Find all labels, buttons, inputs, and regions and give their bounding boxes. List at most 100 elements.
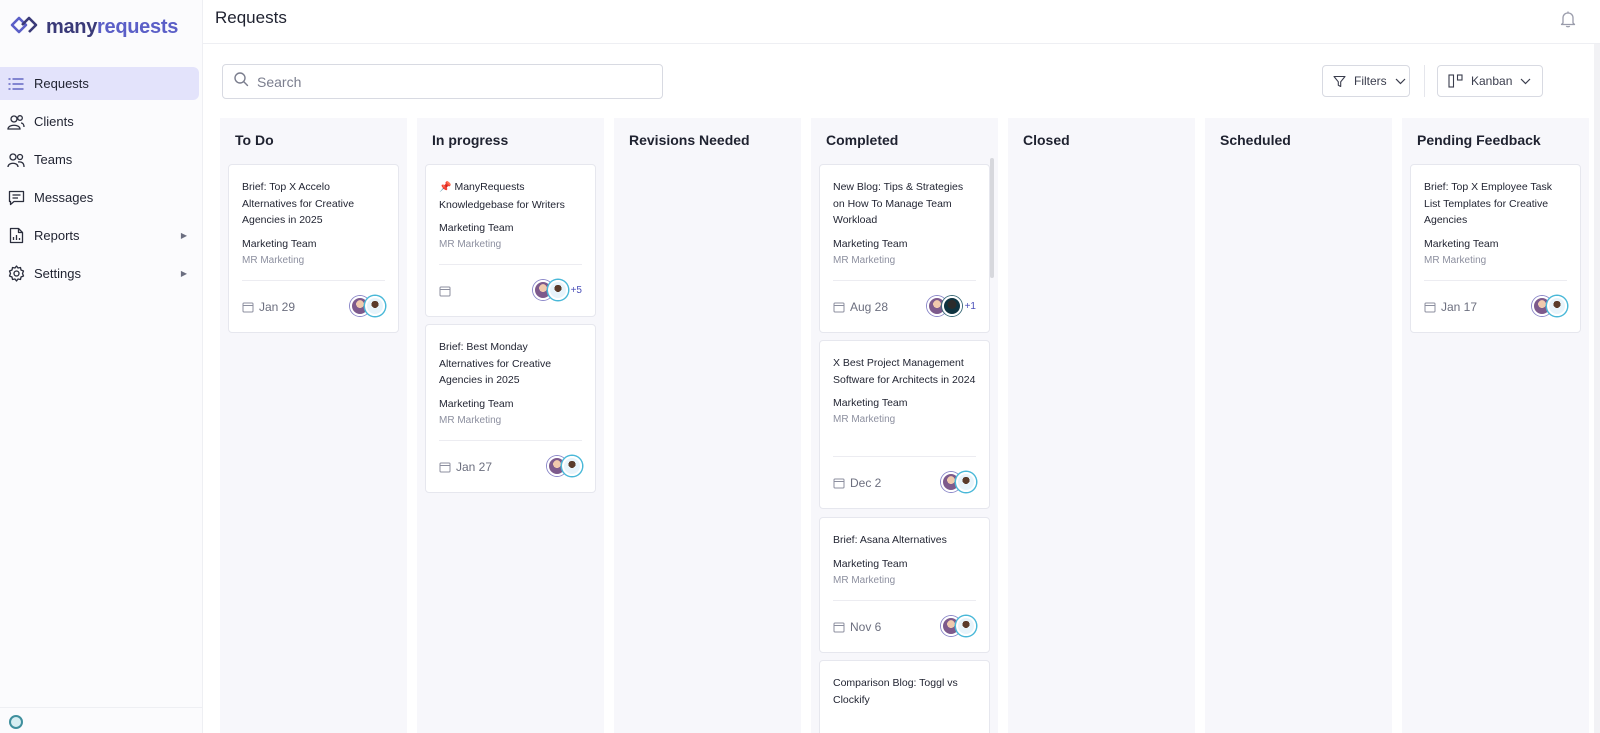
calendar-icon [1424, 301, 1436, 313]
card-title: Comparison Blog: Toggl vs Clockify [833, 677, 958, 706]
sidebar-item-label: Clients [34, 114, 74, 129]
calendar-icon [439, 285, 451, 297]
card-title: Brief: Best Monday Alternatives for Crea… [439, 341, 552, 386]
submenu-caret-icon: ▶ [180, 269, 187, 278]
sidebar-nav: Requests Clients Teams Messages Reports [0, 67, 199, 295]
request-card[interactable]: X Best Project Management Software for A… [819, 340, 990, 509]
calendar-icon [833, 301, 845, 313]
column-closed: Closed [1008, 118, 1195, 733]
avatar [956, 616, 976, 636]
column-scheduled: Scheduled [1205, 118, 1392, 733]
request-card[interactable]: Brief: Asana Alternatives Marketing Team… [819, 517, 990, 653]
search-input[interactable] [257, 73, 637, 90]
request-card[interactable]: New Blog: Tips & Strategies on How To Ma… [819, 164, 990, 333]
card-date: Nov 6 [850, 619, 882, 634]
notification-bell-icon[interactable] [1558, 9, 1578, 29]
card-team: Marketing Team [439, 397, 514, 410]
sidebar-item-clients[interactable]: Clients [0, 105, 199, 138]
card-title: X Best Project Management Software for A… [833, 357, 976, 386]
card-client: MR Marketing [439, 239, 502, 250]
sidebar-footer [0, 707, 203, 733]
view-switcher-button[interactable]: Kanban [1437, 65, 1543, 97]
sidebar-item-requests[interactable]: Requests [0, 67, 199, 100]
card-footer: +5 [439, 264, 582, 316]
kanban-icon [1448, 74, 1463, 88]
filters-button[interactable]: Filters [1322, 65, 1410, 97]
assignee-avatars[interactable] [350, 296, 385, 316]
team-icon [7, 151, 25, 169]
column-revisions-needed: Revisions Needed [614, 118, 801, 733]
card-title: Brief: Top X Employee Task List Template… [1424, 181, 1553, 226]
assignee-avatars[interactable]: +1 [926, 296, 976, 316]
card-title: Brief: Asana Alternatives [833, 534, 947, 546]
sidebar-item-label: Settings [34, 266, 81, 281]
column-title: In progress [432, 132, 509, 148]
card-team: Marketing Team [833, 397, 908, 409]
sidebar-item-messages[interactable]: Messages [0, 181, 199, 214]
column-completed: Completed New Blog: Tips & Strategies on… [811, 118, 998, 733]
calendar-icon [833, 477, 845, 489]
request-card[interactable]: Comparison Blog: Toggl vs Clockify [819, 660, 990, 733]
assignee-avatars[interactable] [941, 616, 976, 636]
request-card[interactable]: Brief: Top X Accelo Alternatives for Cre… [228, 164, 399, 333]
assignee-avatars[interactable]: +5 [532, 280, 582, 300]
sidebar-item-label: Requests [34, 76, 89, 91]
sidebar-item-reports[interactable]: Reports ▶ [0, 219, 199, 252]
card-footer: Jan 29 [242, 280, 385, 332]
avatar [365, 296, 385, 316]
assignee-avatars[interactable] [1532, 296, 1567, 316]
logo-mark-icon [10, 16, 42, 39]
view-label: Kanban [1471, 74, 1513, 88]
chevron-down-icon [1395, 78, 1406, 85]
card-date: Jan 17 [1441, 299, 1478, 314]
card-team: Marketing Team [242, 237, 317, 250]
avatar [941, 296, 962, 316]
request-card[interactable]: Brief: Top X Employee Task List Template… [1410, 164, 1581, 333]
column-title: Revisions Needed [629, 132, 750, 148]
sidebar-item-teams[interactable]: Teams [0, 143, 199, 176]
sidebar: manyrequests Requests Clients Teams Mess… [0, 0, 203, 733]
page-title: Requests [215, 8, 287, 27]
card-team: Marketing Team [1424, 237, 1499, 250]
assignee-avatars[interactable] [547, 456, 582, 476]
avatar [562, 456, 582, 476]
calendar-icon [833, 621, 845, 633]
gear-icon [7, 265, 25, 283]
chevron-down-icon [1520, 78, 1531, 85]
logo[interactable]: manyrequests [10, 16, 178, 39]
column-title: To Do [235, 132, 274, 148]
column-title: Scheduled [1220, 132, 1291, 148]
card-client: MR Marketing [242, 254, 305, 266]
card-client: MR Marketing [833, 574, 896, 586]
avatar [547, 280, 568, 300]
search-icon [233, 71, 249, 92]
card-team: Marketing Team [833, 237, 908, 250]
calendar-icon [242, 301, 254, 313]
card-date: Jan 29 [259, 299, 296, 314]
sidebar-item-label: Teams [34, 152, 73, 167]
assignee-avatars[interactable] [941, 472, 976, 492]
sidebar-item-label: Messages [34, 190, 94, 205]
more-assignees-count: +5 [570, 284, 582, 296]
column-title: Completed [826, 132, 899, 148]
search-box [222, 64, 663, 99]
sidebar-item-settings[interactable]: Settings ▶ [0, 257, 199, 290]
card-title: New Blog: Tips & Strategies on How To Ma… [833, 181, 964, 226]
card-footer: Jan 27 [439, 440, 582, 492]
column-title: Closed [1023, 132, 1070, 148]
calendar-icon [439, 461, 451, 473]
column-scrollbar[interactable] [990, 158, 994, 278]
column-pending-feedback: Pending Feedback Brief: Top X Employee T… [1402, 118, 1589, 733]
chat-icon [7, 189, 25, 207]
card-client: MR Marketing [439, 414, 502, 426]
user-avatar[interactable] [9, 715, 23, 729]
card-team: Marketing Team [833, 557, 908, 570]
card-client: MR Marketing [1424, 254, 1487, 266]
card-title: 📌 ManyRequests Knowledgebase for Writers [439, 181, 565, 211]
avatar [956, 472, 976, 492]
submenu-caret-icon: ▶ [180, 231, 187, 240]
request-card[interactable]: Brief: Best Monday Alternatives for Crea… [425, 324, 596, 493]
request-card[interactable]: 📌 ManyRequests Knowledgebase for Writers … [425, 164, 596, 317]
column-to-do: To Do Brief: Top X Accelo Alternatives f… [220, 118, 407, 733]
logo-text: manyrequests [46, 16, 179, 38]
